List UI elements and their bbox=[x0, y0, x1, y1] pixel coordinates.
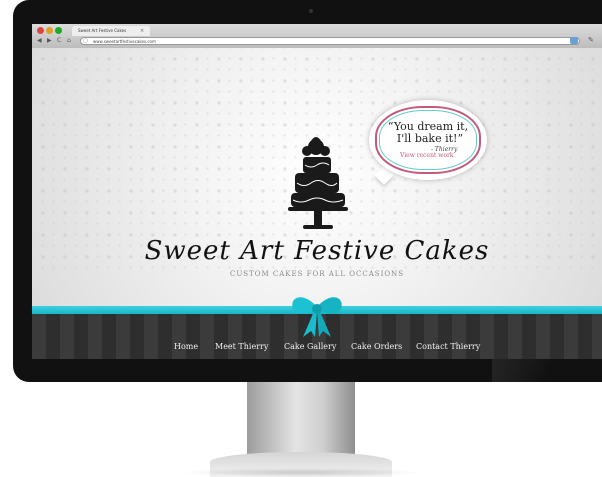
nav-item-cake-gallery[interactable]: Cake Gallery bbox=[284, 342, 336, 351]
close-window-button[interactable] bbox=[37, 27, 44, 34]
view-recent-work-link[interactable]: View recent work bbox=[400, 152, 454, 159]
website-page: “You dream it, I'll bake it!” - Thierry … bbox=[32, 48, 602, 359]
site-tagline: CUSTOM CAKES FOR ALL OCCASIONS bbox=[229, 270, 405, 278]
cake-illustration-icon bbox=[288, 137, 348, 229]
bookmark-icon[interactable] bbox=[570, 37, 578, 44]
tab-close-icon[interactable]: × bbox=[140, 28, 144, 34]
tab-title: Sweet Art Festive Cakes bbox=[78, 28, 127, 33]
reload-icon[interactable]: C bbox=[57, 37, 61, 45]
nav-item-home[interactable]: Home bbox=[174, 342, 198, 351]
minimize-window-button[interactable] bbox=[46, 27, 53, 34]
nav-item-meet-thierry[interactable]: Meet Thierry bbox=[215, 342, 268, 351]
address-bar[interactable]: www.sweetartfestivecakes.com bbox=[80, 37, 580, 45]
quote-line-2: I'll bake it!” bbox=[396, 132, 464, 145]
browser-window: Sweet Art Festive Cakes × ◀ ▶ C ⌂ www.sw… bbox=[32, 24, 602, 359]
browser-toolbar: Sweet Art Festive Cakes × ◀ ▶ C ⌂ www.sw… bbox=[32, 24, 602, 49]
site-logo[interactable]: Sweet Art Festive Cakes bbox=[32, 236, 602, 266]
stand-shadow bbox=[180, 468, 422, 477]
address-bar-url: www.sweetartfestivecakes.com bbox=[93, 39, 156, 44]
bow-icon bbox=[292, 297, 342, 337]
webcam-icon bbox=[309, 9, 313, 13]
nav-item-cake-orders[interactable]: Cake Orders bbox=[351, 342, 402, 351]
monitor-stand-neck bbox=[247, 382, 355, 462]
monitor-frame: Sweet Art Festive Cakes × ◀ ▶ C ⌂ www.sw… bbox=[13, 0, 602, 382]
page-icon: ▢ bbox=[83, 38, 88, 44]
nav-item-contact-thierry[interactable]: Contact Thierry bbox=[416, 342, 480, 351]
back-icon[interactable]: ◀ bbox=[37, 37, 42, 45]
forward-icon[interactable]: ▶ bbox=[47, 37, 52, 45]
zoom-window-button[interactable] bbox=[55, 27, 62, 34]
home-icon[interactable]: ⌂ bbox=[67, 37, 71, 45]
browser-tab[interactable]: Sweet Art Festive Cakes bbox=[72, 26, 150, 36]
wrench-icon[interactable]: ✎ bbox=[588, 36, 594, 44]
